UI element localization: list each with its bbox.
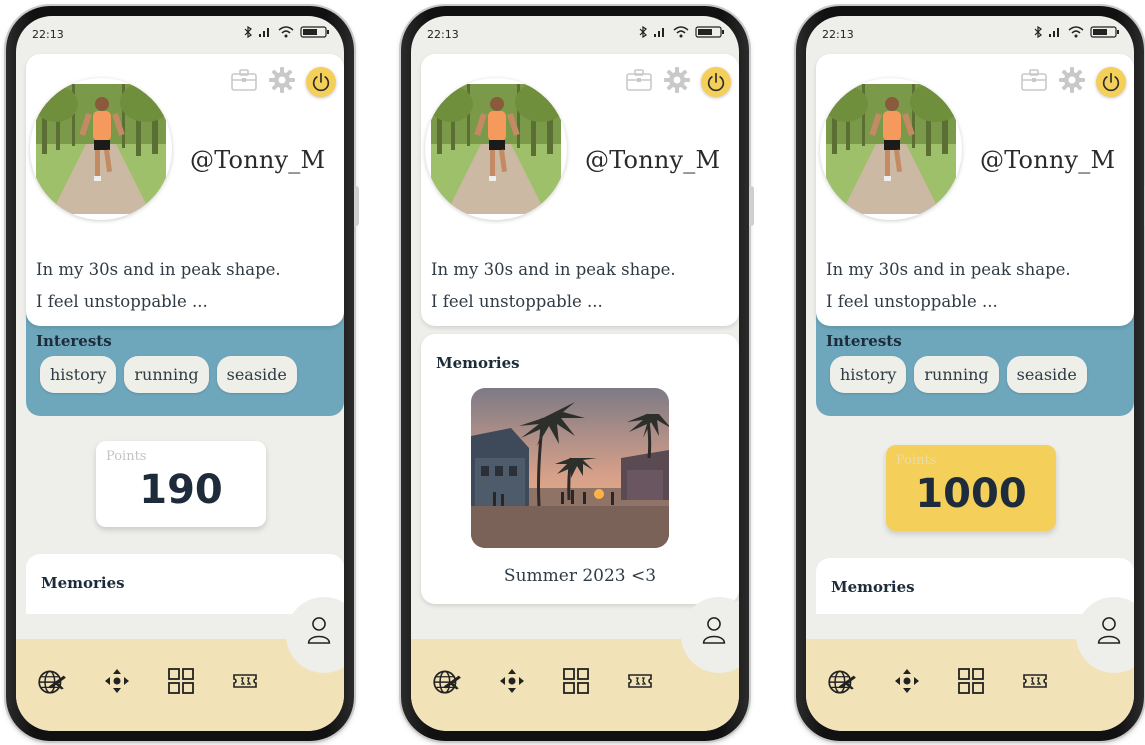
username: @Tonny_M [980,146,1116,174]
username: @Tonny_M [585,146,721,174]
phone-frame-1: 22:13 @Tonny_M In my 30s and in peak sha… [6,6,359,741]
battery-icon [1090,26,1120,38]
wifi-icon [278,26,294,38]
signal-icon [258,26,272,38]
avatar [820,78,962,220]
gear-icon[interactable] [268,66,296,98]
signal-icon [653,26,667,38]
memories-title: Memories [41,574,125,592]
bluetooth-icon [244,26,252,38]
memory-caption: Summer 2023 <3 [503,566,657,586]
phone-frame-3: 22:13 @Tonny_M In my 30s and in peak sha… [796,6,1145,741]
grid-icon[interactable] [956,666,986,700]
power-button[interactable] [306,67,336,97]
power-button[interactable] [701,67,731,97]
points-card: Points 1000 [886,445,1056,531]
bluetooth-icon [639,26,647,38]
move-arrows-icon[interactable] [497,666,527,700]
globe-plane-icon[interactable] [431,665,463,701]
user-icon [306,615,332,645]
interest-chip-history[interactable]: history [830,356,907,393]
points-value: 190 [139,467,223,513]
ticket-icon[interactable] [1020,666,1050,700]
ticket-icon[interactable] [230,666,260,700]
power-icon [310,71,332,93]
power-icon [1100,71,1122,93]
status-bar: 22:13 [411,16,739,54]
briefcase-icon[interactable] [230,68,258,96]
bio-line-1: In my 30s and in peak shape. [36,260,281,279]
bio-line-1: In my 30s and in peak shape. [431,260,676,279]
globe-plane-icon[interactable] [36,665,68,701]
briefcase-icon[interactable] [625,68,653,96]
ticket-icon[interactable] [625,666,655,700]
points-label: Points [106,449,147,464]
profile-card: @Tonny_M In my 30s and in peak shape. I … [26,54,344,326]
points-label: Points [896,453,937,468]
points-card: Points 190 [96,441,266,527]
power-icon [705,71,727,93]
memory-photo[interactable] [471,388,669,548]
wifi-icon [673,26,689,38]
grid-icon[interactable] [561,666,591,700]
memories-card[interactable]: Memories [816,558,1134,614]
memories-card[interactable]: Memories [26,554,344,614]
bio-line-2: I feel unstoppable ... [36,292,208,311]
battery-icon [300,26,330,38]
interest-chip-history[interactable]: history [40,356,117,393]
interests-title: Interests [826,332,902,350]
interest-chip-running[interactable]: running [914,356,999,393]
bio-line-2: I feel unstoppable ... [826,292,998,311]
bluetooth-icon [1034,26,1042,38]
status-bar: 22:13 [806,16,1134,54]
grid-icon[interactable] [166,666,196,700]
memories-title: Memories [831,578,915,596]
profile-card: @Tonny_M In my 30s and in peak shape. I … [816,54,1134,326]
memories-title: Memories [436,354,520,372]
bio-line-2: I feel unstoppable ... [431,292,603,311]
interest-chip-running[interactable]: running [124,356,209,393]
status-time: 22:13 [427,28,459,41]
user-icon [701,615,727,645]
interests-title: Interests [36,332,112,350]
battery-icon [695,26,725,38]
interest-chip-seaside[interactable]: seaside [216,356,297,393]
status-time: 22:13 [32,28,64,41]
interest-chip-seaside[interactable]: seaside [1006,356,1087,393]
profile-card: @Tonny_M In my 30s and in peak shape. I … [421,54,739,326]
gear-icon[interactable] [663,66,691,98]
bio: In my 30s and in peak shape. I feel unst… [431,254,731,318]
avatar [425,78,567,220]
briefcase-icon[interactable] [1020,68,1048,96]
status-time: 22:13 [822,28,854,41]
avatar [30,78,172,220]
bio: In my 30s and in peak shape. I feel unst… [36,254,336,318]
move-arrows-icon[interactable] [892,666,922,700]
signal-icon [1048,26,1062,38]
user-icon [1096,615,1122,645]
wifi-icon [1068,26,1084,38]
profile-screen-3: 22:13 @Tonny_M In my 30s and in peak sha… [806,16,1134,731]
bio-line-1: In my 30s and in peak shape. [826,260,1071,279]
gear-icon[interactable] [1058,66,1086,98]
profile-screen-2: 22:13 @Tonny_M In my 30s and in peak sha… [411,16,739,731]
bio: In my 30s and in peak shape. I feel unst… [826,254,1126,318]
power-button[interactable] [1096,67,1126,97]
move-arrows-icon[interactable] [102,666,132,700]
username: @Tonny_M [190,146,326,174]
status-bar: 22:13 [16,16,344,54]
globe-plane-icon[interactable] [826,665,858,701]
points-value: 1000 [915,471,1027,517]
profile-screen-1: 22:13 @Tonny_M In my 30s and in peak sha… [16,16,344,731]
memories-card: Memories Summer 2023 <3 [421,334,739,604]
phone-frame-2: 22:13 @Tonny_M In my 30s and in peak sha… [401,6,754,741]
